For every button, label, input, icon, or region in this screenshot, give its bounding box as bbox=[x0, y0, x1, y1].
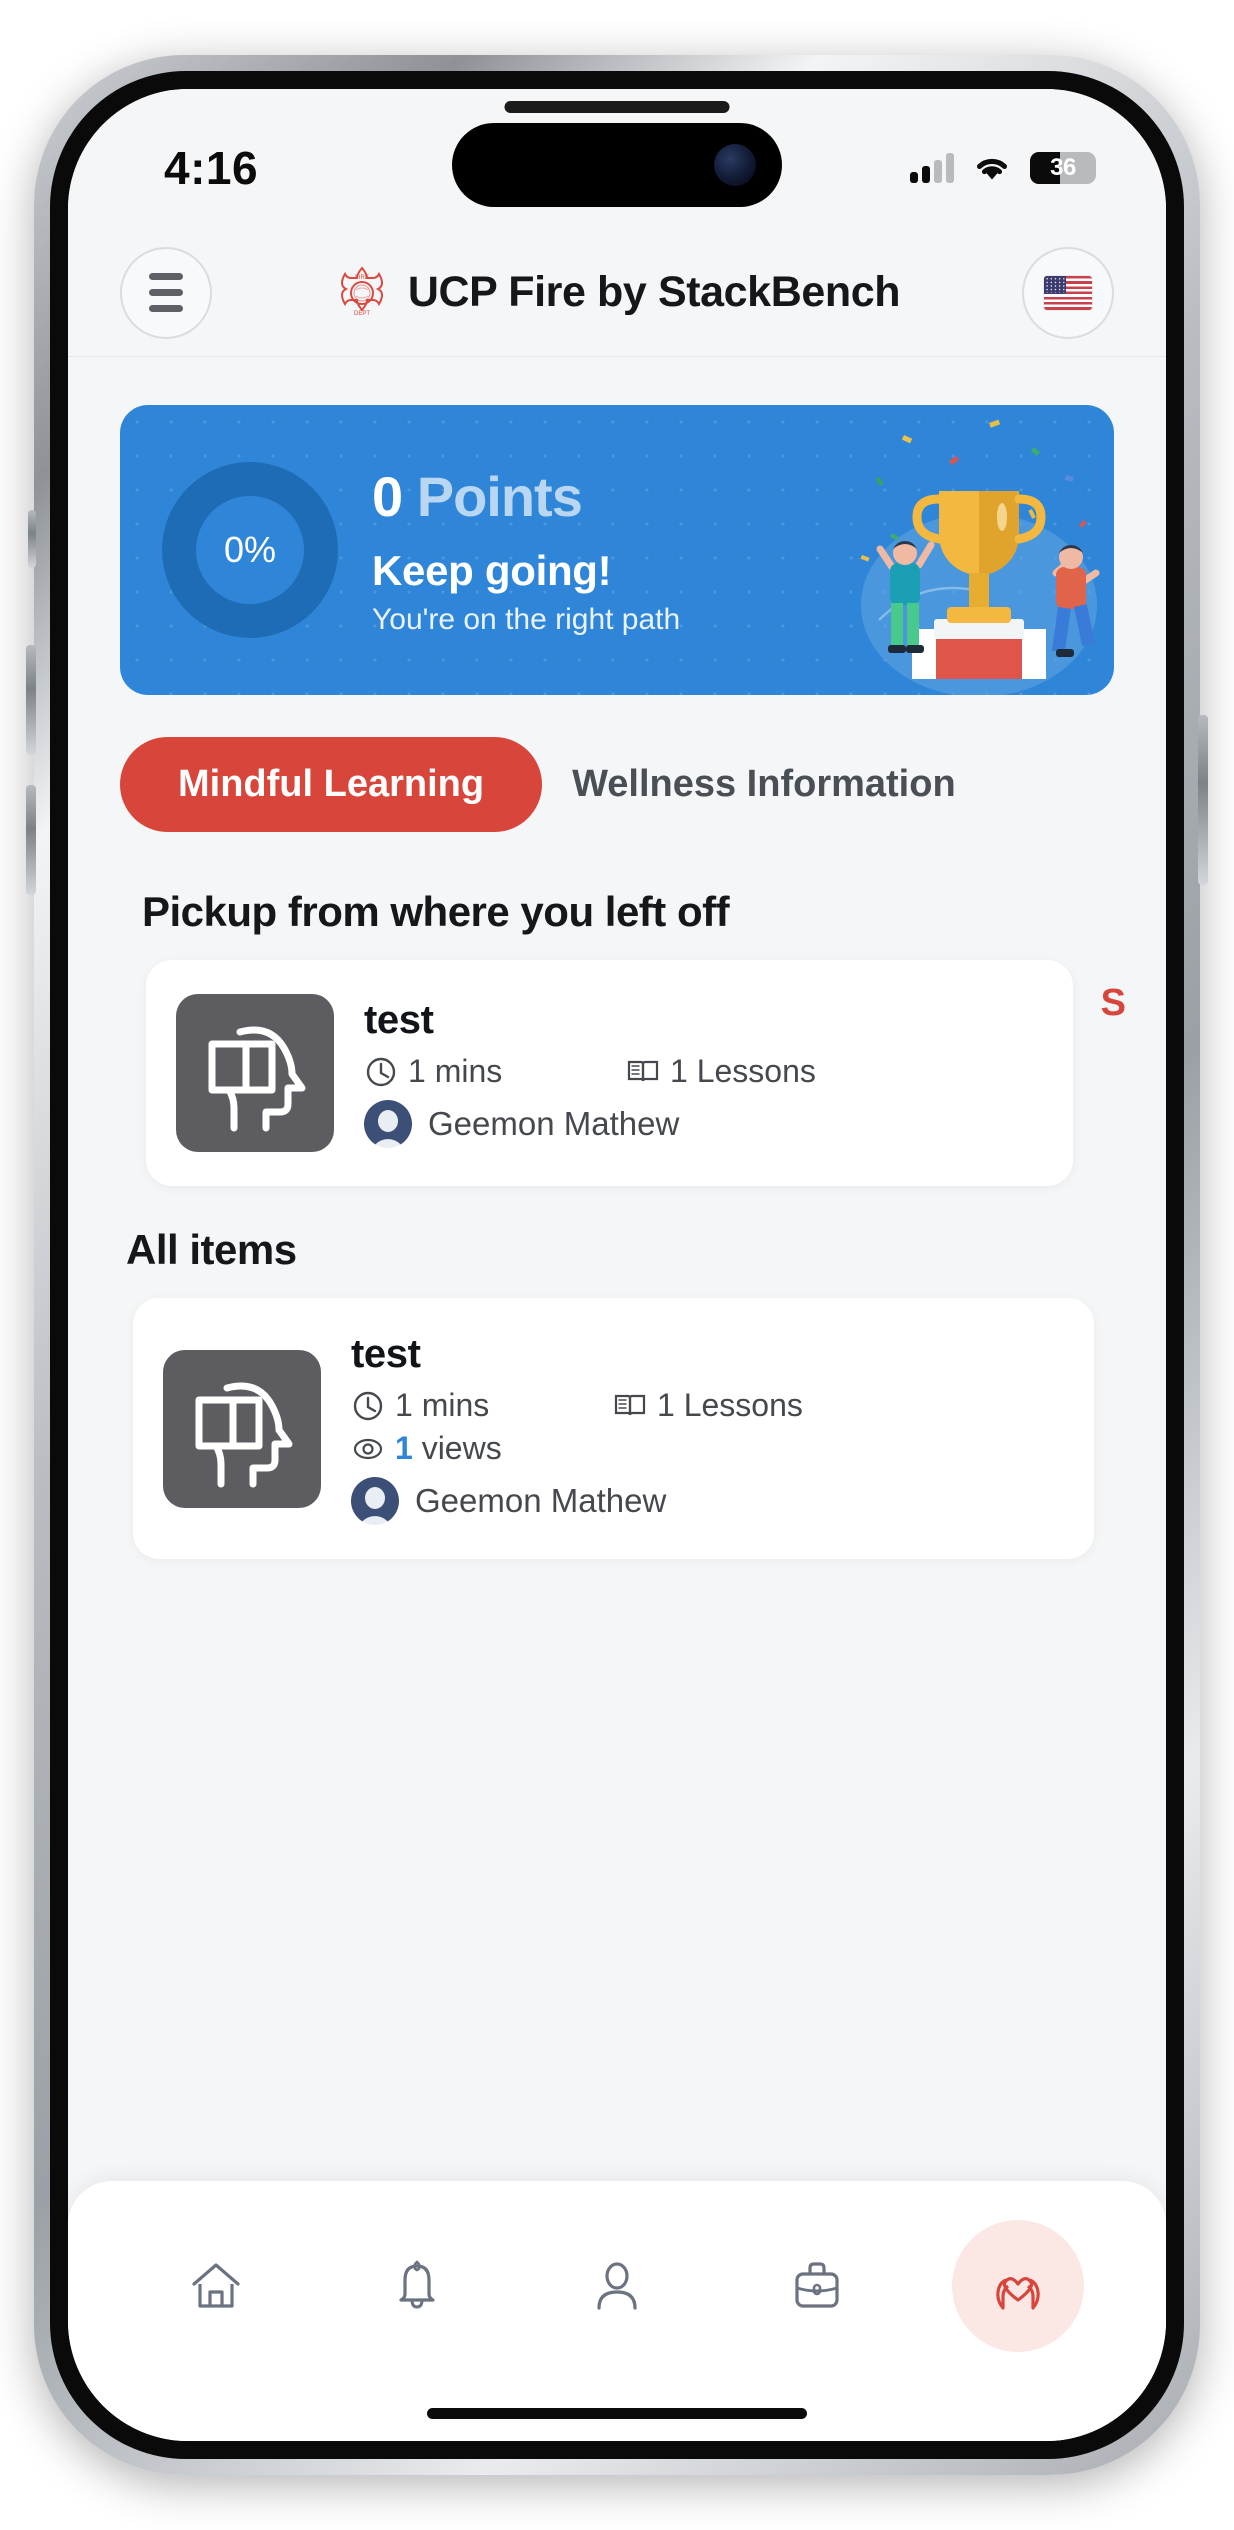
all-items-author-name: Geemon Mathew bbox=[415, 1482, 667, 1519]
power-button[interactable] bbox=[1198, 715, 1208, 885]
brand: FIRE DEPT UCP Fire by StackBench bbox=[334, 265, 901, 321]
hamburger-menu-icon bbox=[149, 273, 183, 312]
silent-switch[interactable] bbox=[28, 510, 36, 568]
banner-headline: Keep going! bbox=[372, 546, 612, 594]
app-header: FIRE DEPT UCP Fire by StackBench bbox=[68, 229, 1166, 357]
nav-item-wellness[interactable] bbox=[951, 2220, 1084, 2352]
all-items-lessons-label: 1 Lessons bbox=[657, 1387, 803, 1423]
points-number: 0 bbox=[372, 464, 403, 528]
pickup-card-overflow-text[interactable]: S bbox=[1101, 982, 1126, 1025]
nav-item-notifications[interactable] bbox=[351, 2220, 483, 2352]
pickup-author-name: Geemon Mathew bbox=[428, 1105, 680, 1142]
status-indicators: 36 bbox=[910, 152, 1096, 184]
points-word: Points bbox=[416, 464, 583, 528]
pickup-duration-label: 1 mins bbox=[408, 1053, 503, 1089]
all-items-duration: 1 mins bbox=[351, 1387, 613, 1424]
briefcase-icon bbox=[785, 2254, 849, 2318]
clock-icon bbox=[351, 1389, 385, 1423]
phone-frame: 4:16 36 FIRE DEPT UCP Fire by StackBench… bbox=[26, 55, 1208, 2475]
nav-item-work[interactable] bbox=[751, 2220, 883, 2352]
all-items-views-count: 1 bbox=[395, 1430, 413, 1466]
phone-body: 4:16 36 FIRE DEPT UCP Fire by StackBench… bbox=[50, 71, 1184, 2459]
pickup-duration: 1 mins bbox=[364, 1053, 626, 1090]
front-camera bbox=[714, 144, 756, 186]
pickup-course-card[interactable]: test 1 mins 1 Lessons Geemon Mathew bbox=[146, 960, 1073, 1186]
all-items-views-row: 1 views bbox=[351, 1430, 1064, 1467]
language-selector-button[interactable] bbox=[1021, 246, 1114, 339]
home-indicator[interactable] bbox=[427, 2408, 807, 2419]
pickup-card-meta-row: 1 mins 1 Lessons bbox=[364, 1053, 1043, 1090]
all-items-course-card[interactable]: test 1 mins 1 Lessons 1 views Geemon Mat… bbox=[133, 1298, 1094, 1559]
battery-icon: 36 bbox=[1030, 152, 1096, 184]
all-items-card-body: test 1 mins 1 Lessons 1 views Geemon Mat… bbox=[351, 1332, 1064, 1525]
user-avatar bbox=[364, 1100, 412, 1148]
pickup-card-body: test 1 mins 1 Lessons Geemon Mathew bbox=[364, 998, 1043, 1148]
page-title: UCP Fire by StackBench bbox=[407, 268, 901, 316]
dynamic-island bbox=[452, 123, 782, 207]
nav-item-home[interactable] bbox=[150, 2220, 282, 2352]
banner-subtext: You're on the right path bbox=[372, 602, 681, 636]
all-items-meta-row: 1 mins 1 Lessons bbox=[351, 1387, 1064, 1424]
volume-up-button[interactable] bbox=[26, 645, 36, 755]
progress-percent-label: 0% bbox=[223, 529, 277, 570]
screenshot-stage: 4:16 36 FIRE DEPT UCP Fire by StackBench… bbox=[0, 0, 1234, 2530]
nav-item-profile[interactable] bbox=[551, 2220, 683, 2352]
trophy-celebration-illustration bbox=[784, 405, 1114, 695]
points-banner[interactable]: 0% 0 Points Keep going! You're on the ri… bbox=[120, 405, 1114, 695]
status-time: 4:16 bbox=[164, 142, 259, 194]
bottom-navigation bbox=[68, 2181, 1166, 2441]
all-items-author-row: Geemon Mathew bbox=[351, 1477, 1064, 1525]
fire-department-maltese-cross-logo: FIRE DEPT bbox=[334, 265, 390, 321]
all-items-views: 1 views bbox=[351, 1430, 502, 1467]
svg-text:FIRE: FIRE bbox=[355, 275, 369, 281]
home-icon bbox=[184, 2254, 248, 2318]
user-avatar bbox=[351, 1477, 399, 1525]
banner-text: 0 Points Keep going! You're on the right… bbox=[372, 464, 680, 637]
bell-icon bbox=[385, 2254, 449, 2318]
us-flag-icon bbox=[1043, 275, 1092, 310]
points-line: 0 Points bbox=[372, 464, 680, 529]
hands-holding-heart-icon bbox=[986, 2254, 1050, 2318]
pickup-card-title: test bbox=[364, 998, 434, 1042]
pickup-author-row: Geemon Mathew bbox=[364, 1100, 1043, 1148]
progress-ring: 0% bbox=[162, 462, 338, 638]
earpiece-speaker bbox=[504, 101, 730, 113]
mindful-learning-head-book-icon bbox=[176, 994, 334, 1152]
section-title-all-items: All items bbox=[126, 1226, 297, 1273]
clock-icon bbox=[364, 1055, 398, 1089]
wifi-icon bbox=[972, 153, 1012, 183]
person-icon bbox=[585, 2254, 649, 2318]
all-items-views-label: views bbox=[412, 1430, 502, 1466]
volume-down-button[interactable] bbox=[26, 785, 36, 895]
eye-icon bbox=[351, 1432, 385, 1466]
book-icon bbox=[626, 1055, 660, 1089]
tab-mindful-learning[interactable]: Mindful Learning bbox=[120, 737, 543, 832]
all-items-card-title: test bbox=[351, 1332, 421, 1376]
tab-wellness-information[interactable]: Wellness Information bbox=[566, 741, 962, 828]
main-content: 0% 0 Points Keep going! You're on the ri… bbox=[68, 357, 1166, 2441]
battery-percent-label: 36 bbox=[1050, 154, 1076, 181]
svg-text:DEPT: DEPT bbox=[354, 311, 370, 317]
phone-screen: 4:16 36 FIRE DEPT UCP Fire by StackBench… bbox=[68, 89, 1166, 2441]
book-icon bbox=[613, 1389, 647, 1423]
section-title-pickup: Pickup from where you left off bbox=[142, 888, 730, 935]
cellular-signal-icon bbox=[910, 153, 954, 183]
pickup-lessons: 1 Lessons bbox=[626, 1053, 816, 1090]
pickup-card-wrap: test 1 mins 1 Lessons Geemon Mathew S bbox=[68, 960, 1166, 1186]
hamburger-menu-button[interactable] bbox=[120, 246, 212, 339]
all-items-lessons: 1 Lessons bbox=[613, 1387, 803, 1424]
pickup-lessons-label: 1 Lessons bbox=[670, 1053, 816, 1089]
content-tabs: Mindful Learning Wellness Information bbox=[120, 737, 1114, 832]
mindful-learning-head-book-icon bbox=[163, 1349, 321, 1508]
all-items-duration-label: 1 mins bbox=[395, 1387, 490, 1423]
